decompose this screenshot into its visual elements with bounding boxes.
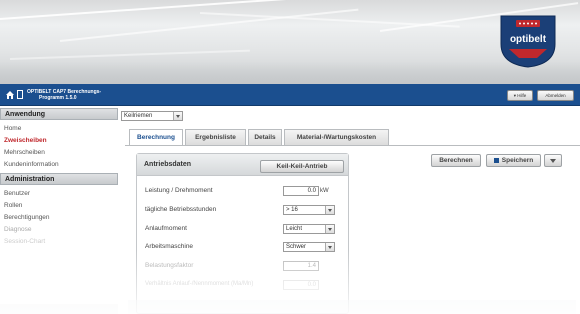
logout-button[interactable]: Abmelden	[537, 90, 574, 101]
sidebar-item-mehrscheiben[interactable]: Mehrscheiben	[0, 147, 118, 159]
product-select[interactable]: Keilriemen	[121, 111, 183, 121]
tab-ergebnisliste[interactable]: Ergebnisliste	[185, 129, 246, 145]
chevron-down-icon	[550, 159, 556, 163]
ceiling-beam	[9, 49, 250, 60]
hero-floor	[0, 62, 580, 84]
sidebar-item-zweischeiben[interactable]: Zweischeiben	[0, 135, 118, 147]
sidebar-fade	[0, 304, 118, 314]
operating-hours-label: tägliche Betriebsstunden	[145, 206, 217, 213]
sidebar-section-administration: Administration	[0, 173, 118, 185]
driven-machine-label: Arbeitsmaschine	[145, 243, 194, 250]
starting-torque-select[interactable]: Leicht	[283, 224, 335, 234]
chevron-down-icon	[325, 206, 334, 214]
home-icon[interactable]	[6, 91, 14, 99]
help-button[interactable]: ▾ Hilfe	[507, 90, 533, 101]
optibelt-logo: optibelt	[500, 15, 556, 68]
panel-title: Antriebsdaten	[144, 161, 192, 168]
sidebar: Anwendung Home Zweischeiben Mehrscheiben…	[0, 108, 118, 314]
sidebar-item-home[interactable]: Home	[0, 123, 118, 135]
save-button[interactable]: Speichern	[486, 154, 541, 167]
sidebar-item-benutzer[interactable]: Benutzer	[0, 188, 118, 200]
save-menu-button[interactable]	[544, 154, 562, 167]
sidebar-item-kundeninformation[interactable]: Kundeninformation	[0, 159, 118, 171]
save-icon	[493, 157, 499, 163]
sidebar-item-session-chart[interactable]: Session-Chart	[0, 236, 118, 248]
power-input[interactable]: 0.0	[283, 186, 319, 196]
app-header-bar: OPTIBELT CAP7 Berechnungs- Programm 1.5.…	[0, 84, 580, 106]
sidebar-item-diagnose[interactable]: Diagnose	[0, 224, 118, 236]
load-factor-label: Belastungsfaktor	[145, 262, 194, 269]
document-icon[interactable]	[17, 90, 23, 99]
antriebsdaten-panel: Antriebsdaten Keil-Keil-Antrieb Leistung…	[136, 153, 349, 314]
sidebar-item-rollen[interactable]: Rollen	[0, 200, 118, 212]
tab-details[interactable]: Details	[248, 129, 282, 145]
next-panel-header	[128, 300, 576, 314]
hero-banner: optibelt	[0, 0, 580, 84]
sidebar-section-anwendung: Anwendung	[0, 108, 118, 120]
torque-ratio-input[interactable]: 0.0	[283, 280, 319, 290]
chevron-down-icon	[173, 112, 182, 120]
chevron-down-icon	[325, 243, 334, 251]
svg-text:optibelt: optibelt	[510, 34, 547, 45]
sidebar-item-berechtigungen[interactable]: Berechtigungen	[0, 212, 118, 224]
calculate-button[interactable]: Berechnen	[431, 154, 481, 167]
power-unit: kW	[320, 188, 329, 194]
chevron-down-icon	[325, 225, 334, 233]
torque-ratio-label: Verhältnis Anlauf-/Nennmoment (Ma/Mn)	[145, 281, 254, 287]
operating-hours-select[interactable]: > 16	[283, 205, 335, 215]
app-title: OPTIBELT CAP7 Berechnungs- Programm 1.5.…	[27, 89, 102, 101]
load-factor-input[interactable]: 1.4	[283, 261, 319, 271]
tab-berechnung[interactable]: Berechnung	[129, 129, 183, 146]
panel-header: Antriebsdaten Keil-Keil-Antrieb	[137, 154, 348, 176]
driven-machine-select[interactable]: Schwer	[283, 242, 335, 252]
tab-material-wartungskosten[interactable]: Material-/Wartungskosten	[284, 129, 389, 145]
starting-torque-label: Anlaufmoment	[145, 225, 187, 232]
drive-type-button[interactable]: Keil-Keil-Antrieb	[260, 160, 344, 173]
tab-divider	[125, 145, 580, 146]
power-label: Leistung / Drehmoment	[145, 187, 213, 194]
